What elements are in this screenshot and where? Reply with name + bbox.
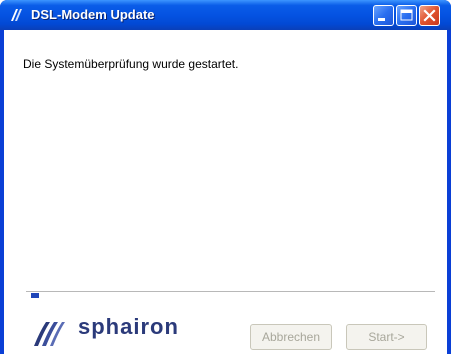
progress-track <box>26 291 435 292</box>
title-bar[interactable]: DSL-Modem Update <box>0 0 451 30</box>
modem-app-icon <box>11 9 22 21</box>
window-title: DSL-Modem Update <box>31 7 155 22</box>
close-icon <box>423 9 436 22</box>
cancel-button[interactable]: Abbrechen <box>250 324 332 350</box>
maximize-button[interactable] <box>396 5 417 26</box>
start-button[interactable]: Start-> <box>346 324 427 350</box>
maximize-icon <box>400 9 413 21</box>
dialog-window: DSL-Modem Update Die Systemüberprüfung w… <box>0 0 451 354</box>
progress-bar <box>26 290 435 300</box>
minimize-icon <box>378 18 385 21</box>
dialog-content <box>4 30 447 354</box>
sphairon-logo-icon <box>34 322 65 346</box>
status-message: Die Systemüberprüfung wurde gestartet. <box>23 57 239 71</box>
brand-name: sphairon <box>78 314 179 339</box>
close-button[interactable] <box>419 5 440 26</box>
minimize-button[interactable] <box>373 5 394 26</box>
progress-fill <box>31 293 39 298</box>
